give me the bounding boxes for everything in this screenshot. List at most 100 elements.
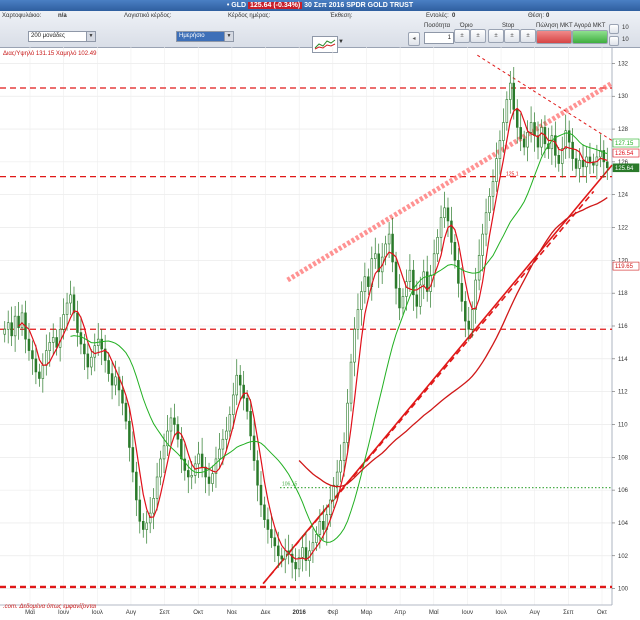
moving-average-short xyxy=(18,107,608,561)
high-low-info: Διας/Υψηλό 131.15 Χαμηλό 102.49 xyxy=(3,50,97,57)
interval-select[interactable]: Ημερήσιο ▼ xyxy=(176,31,234,42)
candle-body xyxy=(322,520,325,530)
y-tick-label: 108 xyxy=(618,455,629,461)
trendline-channel-upper xyxy=(286,80,614,283)
range-select-value: 200 μονάδες xyxy=(31,33,65,39)
y-tick-label: 100 xyxy=(618,587,629,593)
candles xyxy=(3,67,609,582)
trendlines xyxy=(262,54,614,585)
candle-body xyxy=(470,309,474,330)
candle-body xyxy=(121,389,124,404)
candle-body xyxy=(363,276,367,292)
x-tick-label: Απρ xyxy=(394,610,406,616)
stop-down-button[interactable]: ± xyxy=(504,29,520,43)
candle-body xyxy=(502,122,505,141)
collapse-button[interactable]: ◂ xyxy=(408,32,420,46)
candle-body xyxy=(356,309,360,330)
candle-body xyxy=(107,360,110,374)
candle-body xyxy=(83,343,86,355)
stop-up-button[interactable]: ± xyxy=(488,29,504,43)
candle-body xyxy=(346,402,349,443)
candle-body xyxy=(467,320,471,330)
candle-body xyxy=(62,314,65,330)
y-tick-label: 104 xyxy=(618,521,629,527)
range-select[interactable]: 200 μονάδες ▼ xyxy=(28,31,96,42)
candle-body xyxy=(34,358,38,373)
y-tick-label: 130 xyxy=(618,94,629,100)
candle-body xyxy=(100,338,103,350)
position-value: 0 xyxy=(546,13,550,19)
candle-body xyxy=(394,261,398,289)
candle-body xyxy=(464,301,467,322)
sell-mkt-label: Πώληση ΜΚΤ xyxy=(536,23,573,29)
candle-body xyxy=(218,448,221,460)
chevron-down-icon: ▼ xyxy=(224,32,233,41)
candle-body xyxy=(328,499,332,516)
price-tag-label: 125.64 xyxy=(615,166,634,172)
side-checkbox-1[interactable] xyxy=(609,24,619,34)
account-gain-label: Λογιστικό κέρδος: xyxy=(124,13,172,19)
x-tick-label: Ιουλ xyxy=(495,610,506,616)
chevron-down-icon[interactable]: ▼ xyxy=(338,39,344,45)
y-tick-label: 106 xyxy=(618,488,629,494)
candle-body xyxy=(31,350,34,360)
price-tag-label: 127.15 xyxy=(615,141,634,147)
candle-body xyxy=(374,253,377,260)
titlebar-price-badge: 125.64 (-0.34%) xyxy=(248,2,303,9)
candle-body xyxy=(159,458,162,478)
candle-body xyxy=(571,141,574,159)
x-tick-label: Ιουν xyxy=(462,610,473,616)
candle-body xyxy=(488,196,491,214)
orders-label: Εντολές: xyxy=(426,13,449,19)
candle-body xyxy=(27,338,31,351)
candle-body xyxy=(135,471,138,501)
x-tick-label: Μαϊ xyxy=(429,610,439,616)
buy-mkt-button[interactable] xyxy=(572,30,608,44)
portfolio-label: Χαρτοφυλάκιο: xyxy=(2,13,42,19)
candle-body xyxy=(124,402,128,422)
candle-body xyxy=(238,374,242,386)
candle-body xyxy=(187,470,190,478)
sell-mkt-button[interactable] xyxy=(536,30,572,44)
candle-body xyxy=(270,529,273,539)
exposure-label: Έκθεση: xyxy=(330,13,353,19)
y-tick-label: 112 xyxy=(618,390,628,396)
level-label: 125.1 xyxy=(506,172,519,178)
candle-body xyxy=(211,473,214,484)
candle-body xyxy=(498,140,502,159)
candle-body xyxy=(207,476,211,484)
quantity-label: Ποσότητα xyxy=(424,23,451,29)
limit-up-button[interactable]: ± xyxy=(454,29,470,43)
candle-body xyxy=(273,537,277,547)
candle-body xyxy=(266,519,270,530)
titlebar-description: 30 Σεπ 2016 SPDR GOLD TRUST xyxy=(304,2,414,9)
candle-body xyxy=(228,414,232,432)
quantity-input[interactable]: 1 xyxy=(424,32,454,44)
candle-body xyxy=(318,520,322,535)
candle-body xyxy=(526,132,529,148)
x-tick-label: Οκτ xyxy=(193,610,204,616)
candle-body xyxy=(180,438,183,460)
limit-down-button[interactable]: ± xyxy=(470,29,486,43)
side-checkbox-2[interactable] xyxy=(609,36,619,46)
stop-set-button[interactable]: ± xyxy=(520,29,536,43)
side-value-2: 10 xyxy=(622,37,629,43)
candle-body xyxy=(169,417,173,432)
candle-body xyxy=(252,435,256,461)
candle-body xyxy=(197,453,200,465)
candle-body xyxy=(200,453,204,468)
candle-body xyxy=(58,328,62,348)
day-gain-label: Κέρδος ημέρας: xyxy=(228,13,271,19)
candle-body xyxy=(10,322,13,337)
candle-body xyxy=(588,156,592,163)
candle-body xyxy=(387,233,391,245)
buy-mkt-label: Αγορά ΜΚΤ xyxy=(574,23,606,29)
candle-body xyxy=(481,233,484,256)
price-chart[interactable]: 1001021041061081101121141161181201221241… xyxy=(0,47,640,620)
candle-body xyxy=(152,498,155,514)
candle-body xyxy=(529,122,533,133)
x-tick-label: Δεκ xyxy=(261,610,272,616)
candle-body xyxy=(353,328,356,363)
footer-note: .com. Δεδομένα όπως εμφανίζονται xyxy=(3,603,97,610)
candle-body xyxy=(221,438,225,450)
